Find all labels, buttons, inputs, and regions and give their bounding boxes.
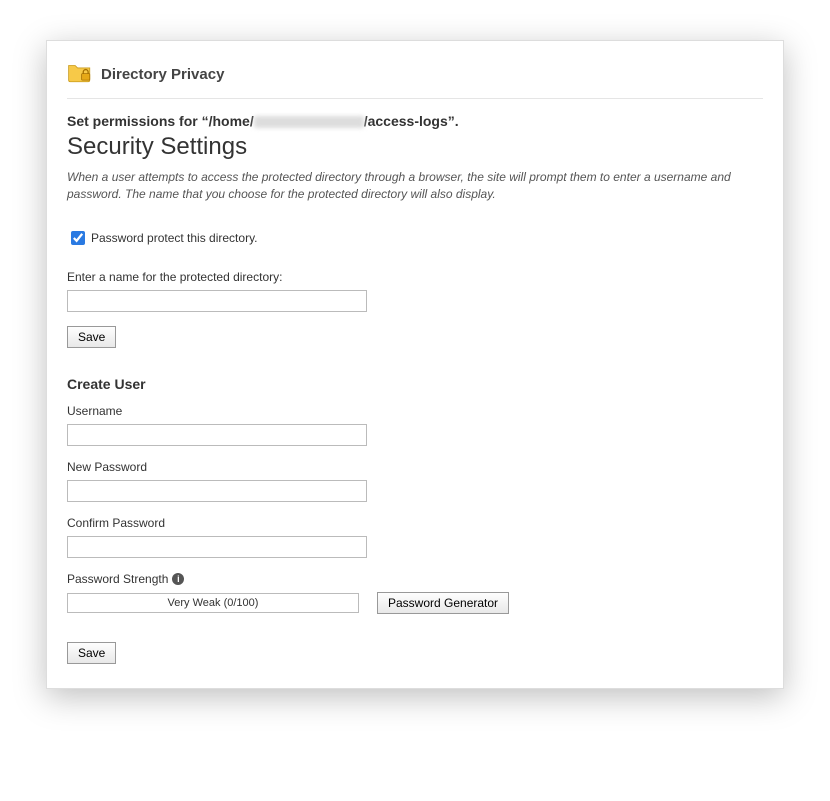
new-password-label: New Password [67,460,763,474]
security-description: When a user attempts to access the prote… [67,169,763,204]
password-strength-label: Password Strength [67,572,168,586]
create-user-heading: Create User [67,376,763,392]
directory-privacy-panel: Directory Privacy Set permissions for “/… [46,40,784,689]
new-password-input[interactable] [67,480,367,502]
username-input[interactable] [67,424,367,446]
dirname-input[interactable] [67,290,367,312]
redacted-segment [254,116,364,128]
password-protect-checkbox[interactable] [71,231,85,245]
folder-lock-icon [67,59,101,90]
permissions-path: Set permissions for “/home/ /access-logs”… [67,113,763,129]
dirname-label: Enter a name for the protected directory… [67,270,763,284]
security-heading: Security Settings [67,133,763,161]
password-strength-meter: Very Weak (0/100) [67,593,359,613]
permissions-suffix: /access-logs”. [364,113,459,129]
username-label: Username [67,404,763,418]
confirm-password-label: Confirm Password [67,516,763,530]
confirm-password-input[interactable] [67,536,367,558]
panel-title: Directory Privacy [101,66,224,83]
info-icon[interactable]: i [172,573,184,585]
password-strength-label-row: Password Strength i [67,572,763,586]
panel-header: Directory Privacy [67,59,763,99]
save-button[interactable]: Save [67,326,116,348]
permissions-prefix: Set permissions for “/home/ [67,113,254,129]
create-user-save-button[interactable]: Save [67,642,116,664]
password-protect-label: Password protect this directory. [91,231,258,245]
password-generator-button[interactable]: Password Generator [377,592,509,614]
password-protect-row[interactable]: Password protect this directory. [67,228,763,248]
